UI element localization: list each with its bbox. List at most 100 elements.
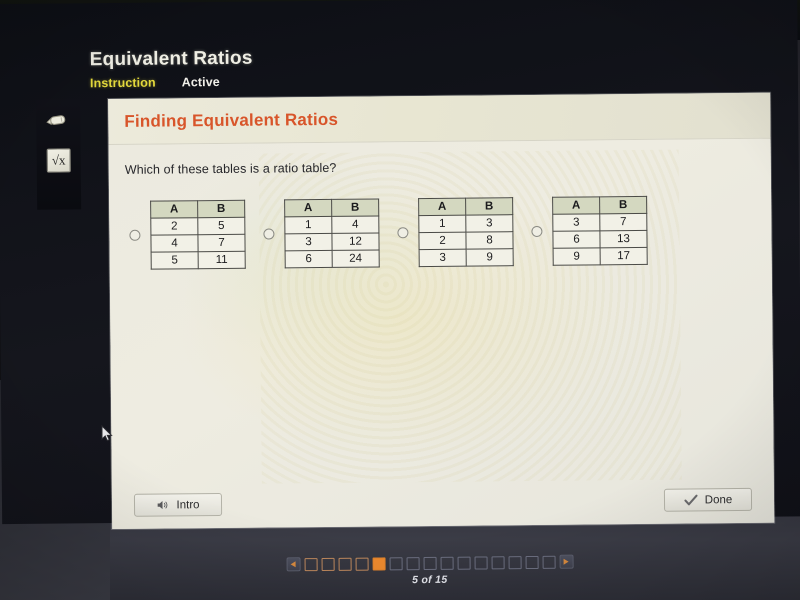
page-box-15[interactable]	[542, 555, 556, 569]
table-row: 6 24	[285, 249, 380, 268]
table-header-cell: B	[465, 197, 513, 216]
answer-option-1[interactable]: A B 2 5 4 7 5 11	[129, 199, 246, 270]
table-cell: 13	[599, 230, 648, 248]
table-row: 4 7	[150, 234, 246, 253]
table-row: 5 11	[151, 251, 246, 270]
page-box-11[interactable]	[474, 555, 488, 570]
page-box-list	[304, 555, 556, 571]
table-header-cell: B	[197, 200, 245, 218]
checkmark-icon	[684, 494, 698, 505]
slide-title-bar: Finding Equivalent Ratios	[108, 92, 771, 146]
answer-option-2[interactable]: A B 1 4 3 12 6 24	[263, 198, 380, 269]
page-title: Equivalent Ratios	[89, 47, 253, 71]
page-box-3[interactable]	[338, 557, 352, 571]
table-row: 2 8	[418, 231, 514, 250]
table-row: 3 7	[552, 213, 647, 232]
page-box-14[interactable]	[525, 555, 539, 569]
table-row: 2 5	[150, 217, 245, 236]
table-cell: 3	[419, 249, 467, 267]
page-box-12[interactable]	[491, 555, 505, 569]
tab-instruction[interactable]: Instruction	[90, 76, 156, 91]
next-page-button[interactable]	[559, 554, 574, 569]
highlighter-tool-button[interactable]	[43, 105, 73, 135]
ratio-table-1: A B 2 5 4 7 5 11	[150, 199, 246, 270]
table-row: 3 12	[284, 232, 380, 251]
radio-button-3[interactable]	[397, 227, 409, 239]
table-cell: 1	[418, 215, 466, 233]
header: Equivalent Ratios Instruction Active	[89, 45, 510, 91]
table-cell: 12	[331, 232, 380, 251]
done-button[interactable]: Done	[663, 487, 753, 512]
radio-button-2[interactable]	[263, 228, 275, 240]
table-cell: 3	[465, 214, 513, 233]
table-header-cell: A	[552, 196, 600, 215]
table-cell: 24	[332, 249, 380, 268]
done-button-label: Done	[704, 493, 733, 506]
table-row: 3 9	[419, 248, 514, 267]
photographed-screen: √x Equivalent Ratios Instruction Active …	[0, 0, 800, 600]
table-row: 6 13	[552, 230, 648, 249]
table-cell: 6	[552, 230, 601, 249]
table-cell: 17	[600, 247, 648, 265]
tool-rail: √x	[36, 99, 82, 210]
table-cell: 2	[150, 217, 198, 236]
table-cell: 7	[599, 213, 647, 231]
table-cell: 4	[331, 215, 379, 234]
table-row: 1 4	[284, 215, 379, 234]
table-cell: 1	[284, 216, 332, 234]
table-cell: 2	[418, 232, 467, 250]
table-row: 1 3	[418, 214, 513, 233]
page-box-2[interactable]	[321, 557, 335, 571]
intro-button[interactable]: Intro	[133, 492, 223, 517]
page-box-13[interactable]	[508, 555, 522, 569]
table-header-cell: B	[599, 196, 647, 214]
table-cell: 5	[151, 251, 199, 270]
page-box-9[interactable]	[440, 556, 454, 570]
table-cell: 3	[284, 233, 333, 251]
table-cell: 11	[198, 251, 246, 269]
page-box-8[interactable]	[423, 556, 437, 570]
radio-button-1[interactable]	[129, 229, 141, 241]
table-header-cell: A	[418, 198, 466, 216]
pagination-boxes	[286, 554, 574, 572]
page-box-5[interactable]	[372, 556, 386, 571]
table-header-cell: B	[331, 198, 379, 217]
table-row: 9 17	[553, 247, 648, 266]
mouse-cursor	[101, 425, 113, 442]
table-header-cell: A	[150, 200, 198, 219]
table-cell: 5	[197, 217, 245, 235]
calculator-tool-button[interactable]: √x	[44, 145, 74, 175]
page-box-1[interactable]	[304, 557, 318, 571]
calculator-icon: √x	[46, 148, 71, 173]
pencil-icon	[46, 115, 66, 126]
page-box-6[interactable]	[389, 556, 403, 570]
page-box-4[interactable]	[355, 557, 369, 571]
table-cell: 8	[465, 231, 514, 250]
triangle-right-icon	[563, 558, 569, 565]
table-cell: 9	[466, 248, 514, 267]
lesson-application: √x Equivalent Ratios Instruction Active …	[0, 0, 800, 586]
question-text: Which of these tables is a ratio table?	[124, 160, 337, 177]
intro-button-label: Intro	[176, 498, 200, 511]
page-box-7[interactable]	[406, 556, 420, 570]
ratio-table-3: A B 1 3 2 8 3 9	[418, 197, 514, 268]
speaker-icon	[158, 500, 168, 510]
slide-title: Finding Equivalent Ratios	[124, 109, 339, 131]
slide-body: Which of these tables is a ratio table? …	[108, 138, 775, 530]
tab-active[interactable]: Active	[182, 75, 220, 89]
radio-button-4[interactable]	[531, 225, 543, 237]
table-cell: 3	[552, 213, 600, 232]
table-header-cell: A	[284, 199, 332, 217]
table-cell: 7	[197, 234, 246, 252]
triangle-left-icon	[290, 561, 296, 568]
ratio-table-4: A B 3 7 6 13 9 17	[552, 195, 648, 266]
slide-footer: Intro Done	[112, 487, 774, 517]
page-box-10[interactable]	[457, 556, 471, 570]
ratio-table-2: A B 1 4 3 12 6 24	[284, 198, 380, 269]
answer-options: A B 2 5 4 7 5 11 A B 1 4 3 12 6 24 A B 1…	[125, 195, 756, 270]
slide-panel: Finding Equivalent Ratios Which of these…	[108, 92, 775, 530]
prev-page-button[interactable]	[286, 557, 301, 572]
table-cell: 6	[285, 250, 333, 268]
answer-option-3[interactable]: A B 1 3 2 8 3 9	[397, 197, 514, 268]
answer-option-4[interactable]: A B 3 7 6 13 9 17	[531, 195, 648, 266]
